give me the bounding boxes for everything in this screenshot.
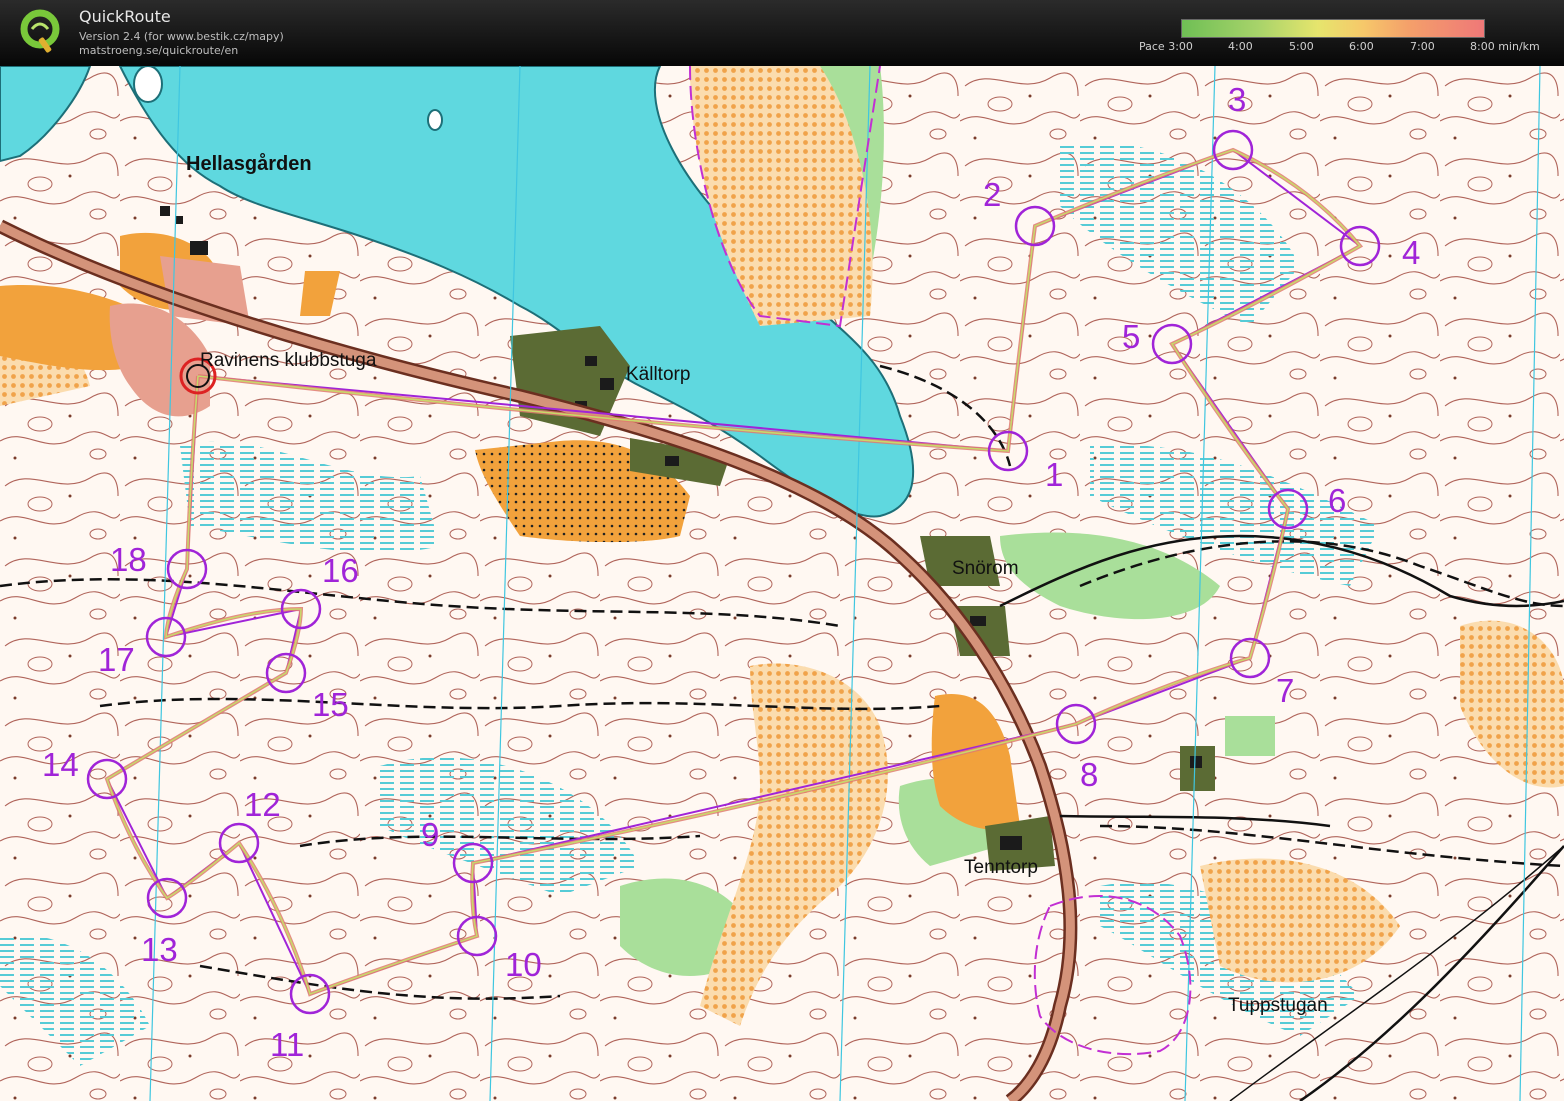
green-vegetation — [1225, 716, 1275, 756]
pace-color-scale — [1181, 19, 1485, 38]
control-number-7: 7 — [1276, 672, 1294, 709]
place-tenntorp: Tenntorp — [964, 857, 1038, 878]
app-version: Version 2.4 (for www.bestik.cz/mapy) — [79, 30, 284, 43]
pace-label: 4:00 — [1228, 40, 1253, 53]
app-header: QuickRoute Version 2.4 (for www.bestik.c… — [0, 0, 1564, 66]
control-number-2: 2 — [983, 176, 1001, 213]
pace-label: 6:00 — [1349, 40, 1374, 53]
control-number-16: 16 — [322, 552, 359, 589]
place-hellasgarden: Hellasgården — [186, 152, 312, 175]
control-number-17: 17 — [98, 641, 135, 678]
control-number-14: 14 — [42, 746, 79, 783]
island — [427, 109, 443, 131]
settlement-area — [1180, 746, 1215, 791]
pace-label: Pace 3:00 — [1139, 40, 1193, 53]
place-snorom: Snörom — [952, 558, 1019, 579]
place-ravinens: Ravinens klubbstuga — [200, 350, 377, 371]
control-number-9: 9 — [421, 816, 439, 853]
control-number-6: 6 — [1328, 482, 1346, 519]
pace-label: 8:00 min/km — [1470, 40, 1540, 53]
control-number-3: 3 — [1228, 81, 1246, 118]
control-number-18: 18 — [110, 541, 147, 578]
pace-label: 7:00 — [1410, 40, 1435, 53]
pace-label: 5:00 — [1289, 40, 1314, 53]
app-title: QuickRoute — [79, 7, 171, 26]
quickroute-logo-icon — [20, 9, 60, 53]
control-number-5: 5 — [1122, 318, 1140, 355]
place-kalltorp: Källtorp — [626, 364, 690, 385]
island — [133, 66, 163, 103]
control-number-11: 11 — [270, 1026, 304, 1063]
control-number-10: 10 — [505, 946, 542, 983]
place-tuppstugan: Tuppstugan — [1228, 995, 1328, 1016]
app-url: matstroeng.se/quickroute/en — [79, 44, 239, 57]
control-number-12: 12 — [244, 786, 281, 823]
control-number-4: 4 — [1402, 234, 1420, 271]
control-number-13: 13 — [141, 931, 178, 968]
control-number-1: 1 — [1045, 456, 1063, 493]
orienteering-map[interactable]: 1 2 3 4 5 6 7 8 9 10 11 12 13 14 15 16 17 18 Hellasgården… — [0, 66, 1564, 1101]
map-canvas[interactable]: 123456789101112131415161718 Hellasgården… — [0, 66, 1564, 1101]
control-number-15: 15 — [312, 686, 349, 723]
control-number-8: 8 — [1080, 756, 1098, 793]
